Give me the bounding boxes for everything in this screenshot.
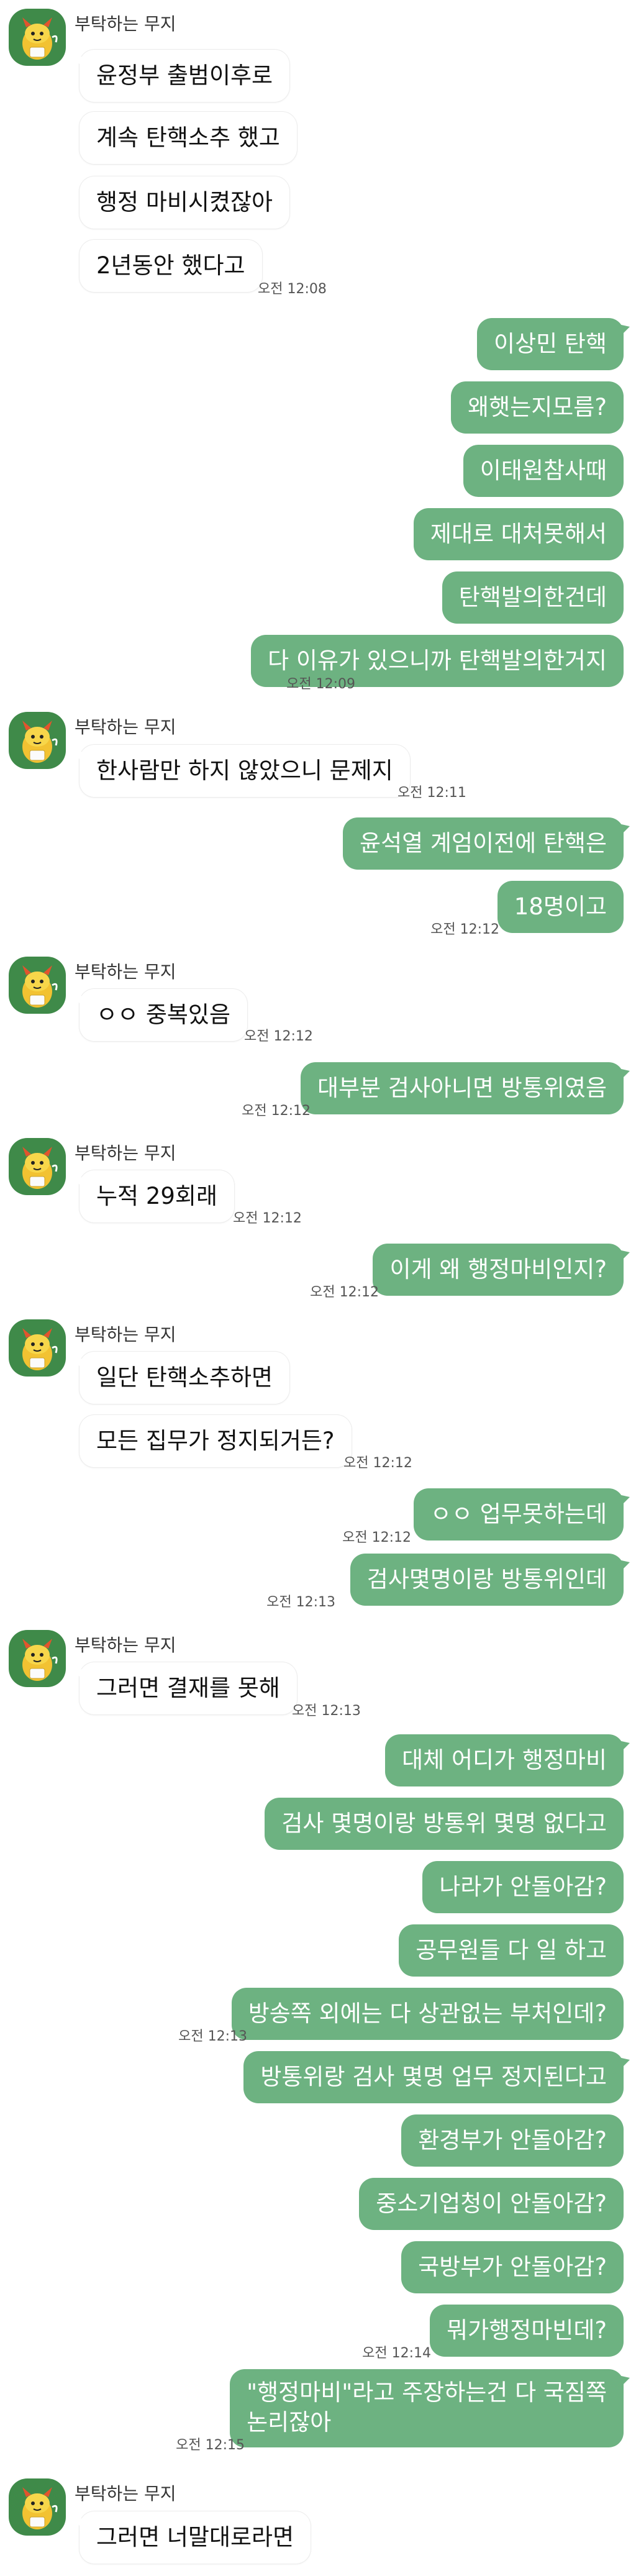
outgoing-message-bubble[interactable]: 검사 몇명이랑 방통위 몇명 없다고 bbox=[265, 1798, 624, 1850]
sender-name: 부탁하는 무지 bbox=[75, 1635, 176, 1655]
avatar[interactable] bbox=[9, 957, 66, 1014]
sender-name: 부탁하는 무지 bbox=[75, 962, 176, 982]
message-timestamp: 오전 12:12 bbox=[244, 1029, 313, 1044]
sender-name: 부탁하는 무지 bbox=[75, 1143, 176, 1163]
outgoing-message-bubble[interactable]: 이태원참사때 bbox=[463, 445, 624, 497]
muji-character-icon bbox=[22, 965, 58, 1008]
outgoing-message-bubble[interactable]: 제대로 대처못해서 bbox=[413, 508, 624, 560]
outgoing-message-bubble[interactable]: 검사몇명이랑 방통위인데 bbox=[350, 1554, 624, 1606]
bubble-tail-icon bbox=[619, 2057, 630, 2071]
avatar[interactable] bbox=[9, 712, 66, 769]
message-timestamp: 오전 12:12 bbox=[233, 1211, 302, 1226]
bubble-tail-icon bbox=[74, 1668, 85, 1682]
incoming-message-bubble[interactable]: 윤정부 출범이후로 bbox=[80, 50, 290, 102]
outgoing-message-bubble[interactable]: 환경부가 안돌아감? bbox=[401, 2114, 624, 2167]
incoming-message-bubble[interactable]: 한사람만 하지 않았으니 문제지 bbox=[80, 745, 410, 797]
bubble-tail-icon bbox=[74, 2518, 85, 2531]
bubble-tail-icon bbox=[74, 1358, 85, 1372]
outgoing-message-bubble[interactable]: "행정마비"라고 주장하는건 다 국짐쪽 논리잖아 bbox=[230, 2369, 624, 2447]
outgoing-message-bubble[interactable]: ㅇㅇ 업무못하는데 bbox=[413, 1488, 624, 1541]
bubble-tail-icon bbox=[619, 824, 630, 837]
bubble-tail-icon bbox=[619, 1068, 630, 1082]
message-timestamp: 오전 12:12 bbox=[242, 1103, 311, 1119]
message-timestamp: 오전 12:08 bbox=[258, 281, 327, 297]
message-timestamp: 오전 12:14 bbox=[362, 2346, 431, 2361]
outgoing-message-bubble[interactable]: 이상민 탄핵 bbox=[477, 318, 624, 370]
muji-character-icon bbox=[22, 1639, 58, 1681]
avatar[interactable] bbox=[9, 2478, 66, 2536]
avatar[interactable] bbox=[9, 1319, 66, 1377]
bubble-tail-icon bbox=[619, 1741, 630, 1754]
bubble-tail-icon bbox=[619, 2375, 630, 2389]
bubble-tail-icon bbox=[74, 56, 85, 70]
bubble-tail-icon bbox=[619, 324, 630, 338]
outgoing-message-bubble[interactable]: 대체 어디가 행정마비 bbox=[385, 1734, 624, 1786]
outgoing-message-bubble[interactable]: 뭐가행정마빈데? bbox=[430, 2305, 624, 2357]
incoming-message-bubble[interactable]: 모든 집무가 정지되거든? bbox=[80, 1415, 352, 1467]
message-timestamp: 오전 12:11 bbox=[398, 785, 466, 801]
message-timestamp: 오전 12:12 bbox=[430, 922, 499, 937]
outgoing-message-bubble[interactable]: 방송쪽 외에는 다 상관없는 부처인데? bbox=[231, 1988, 624, 2040]
muji-character-icon bbox=[22, 17, 58, 60]
sender-name: 부탁하는 무지 bbox=[75, 14, 176, 34]
muji-character-icon bbox=[22, 2487, 58, 2529]
outgoing-message-bubble[interactable]: 18명이고 bbox=[497, 881, 624, 933]
bubble-tail-icon bbox=[74, 751, 85, 765]
avatar[interactable] bbox=[9, 1630, 66, 1687]
bubble-tail-icon bbox=[74, 1176, 85, 1190]
message-timestamp: 오전 12:15 bbox=[176, 2437, 245, 2453]
incoming-message-bubble[interactable]: 일단 탄핵소추하면 bbox=[80, 1352, 290, 1404]
muji-character-icon bbox=[22, 1147, 58, 1189]
message-timestamp: 오전 12:13 bbox=[292, 1703, 361, 1719]
incoming-message-bubble[interactable]: 그러면 너말대로라면 bbox=[80, 2511, 311, 2564]
bubble-tail-icon bbox=[619, 1495, 630, 1508]
muji-character-icon bbox=[22, 1328, 58, 1370]
incoming-message-bubble[interactable]: 행정 마비시켰잖아 bbox=[80, 176, 290, 229]
bubble-tail-icon bbox=[619, 1250, 630, 1263]
outgoing-message-bubble[interactable]: 국방부가 안돌아감? bbox=[401, 2241, 624, 2293]
outgoing-message-bubble[interactable]: 대부분 검사아니면 방통위였음 bbox=[300, 1062, 624, 1114]
incoming-message-bubble[interactable]: 그러면 결재를 못해 bbox=[80, 1662, 297, 1714]
muji-character-icon bbox=[22, 721, 58, 763]
message-timestamp: 오전 12:12 bbox=[343, 1455, 412, 1471]
message-timestamp: 오전 12:13 bbox=[266, 1595, 335, 1610]
message-timestamp: 오전 12:09 bbox=[286, 676, 355, 692]
incoming-message-bubble[interactable]: 2년동안 했다고 bbox=[80, 240, 262, 292]
sender-name: 부탁하는 무지 bbox=[75, 2483, 176, 2504]
bubble-tail-icon bbox=[619, 1560, 630, 1573]
message-timestamp: 오전 12:12 bbox=[310, 1285, 379, 1300]
outgoing-message-bubble[interactable]: 방통위랑 검사 몇명 업무 정지된다고 bbox=[243, 2051, 624, 2103]
outgoing-message-bubble[interactable]: 이게 왜 행정마비인지? bbox=[373, 1244, 624, 1296]
message-timestamp: 오전 12:13 bbox=[178, 2029, 247, 2044]
sender-name: 부탁하는 무지 bbox=[75, 717, 176, 737]
avatar[interactable] bbox=[9, 9, 66, 66]
outgoing-message-bubble[interactable]: 나라가 안돌아감? bbox=[422, 1861, 624, 1913]
incoming-message-bubble[interactable]: 누적 29회래 bbox=[80, 1170, 235, 1222]
bubble-tail-icon bbox=[74, 995, 85, 1009]
outgoing-message-bubble[interactable]: 윤석열 계엄이전에 탄핵은 bbox=[343, 817, 624, 870]
chat-area[interactable]: 부탁하는 무지 윤정부 출범이후로 계속 탄핵소추 했고 행정 마비시켰잖아 2년동안 … bbox=[0, 0, 636, 2576]
avatar[interactable] bbox=[9, 1138, 66, 1195]
outgoing-message-bubble[interactable]: 공무원들 다 일 하고 bbox=[399, 1924, 624, 1977]
incoming-message-bubble[interactable]: ㅇㅇ 중복있음 bbox=[80, 989, 248, 1041]
sender-name: 부탁하는 무지 bbox=[75, 1324, 176, 1345]
outgoing-message-bubble[interactable]: 왜햇는지모름? bbox=[451, 381, 624, 434]
message-timestamp: 오전 12:12 bbox=[342, 1530, 411, 1545]
outgoing-message-bubble[interactable]: 탄핵발의한건데 bbox=[442, 571, 624, 624]
outgoing-message-bubble[interactable]: 중소기업청이 안돌아감? bbox=[359, 2178, 624, 2230]
incoming-message-bubble[interactable]: 계속 탄핵소추 했고 bbox=[80, 112, 297, 164]
